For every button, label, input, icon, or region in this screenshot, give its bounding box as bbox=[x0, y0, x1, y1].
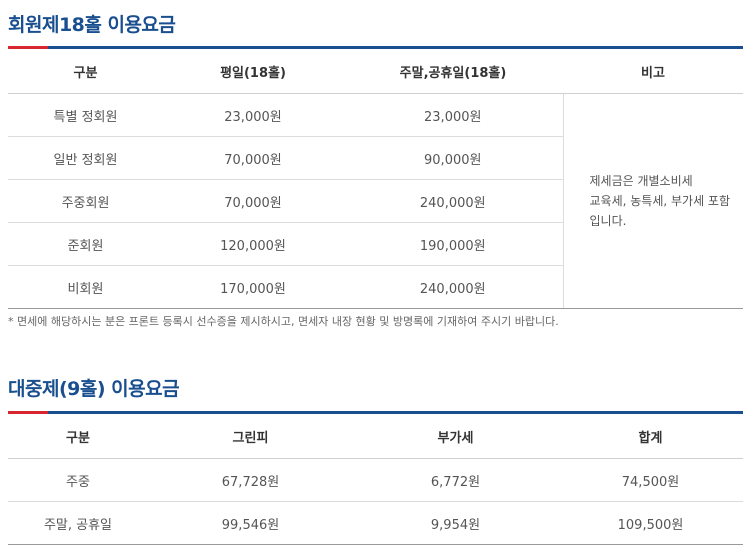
public-section-title: 대중제(9홀) 이용요금 bbox=[8, 378, 180, 400]
row-vat: 6,772원 bbox=[353, 458, 558, 502]
row-weekend-fee: 190,000원 bbox=[343, 222, 563, 266]
header-category: 구분 bbox=[8, 415, 148, 459]
table-row: 특별 정회원 23,000원 23,000원 제세금은 개별소비세 교육세, 농… bbox=[8, 93, 743, 309]
header-remark: 비고 bbox=[563, 50, 743, 94]
header-category: 구분 bbox=[8, 50, 163, 94]
table-row: 주중 67,728원 6,772원 74,500원 bbox=[8, 458, 743, 502]
member-title-underline bbox=[8, 46, 743, 49]
row-vat: 9,954원 bbox=[353, 501, 558, 545]
public-fee-table: 구분 그린피 부가세 합계 주중 67,728원 6,772원 74,500원 … bbox=[8, 415, 743, 545]
row-weekday-fee: 170,000원 bbox=[163, 265, 343, 309]
row-weekend-fee: 240,000원 bbox=[343, 265, 563, 309]
row-total: 74,500원 bbox=[558, 458, 743, 502]
row-weekday-fee: 120,000원 bbox=[163, 222, 343, 266]
row-weekend-fee: 240,000원 bbox=[343, 179, 563, 223]
remark-line: 입니다. bbox=[589, 214, 627, 228]
row-weekday-fee: 70,000원 bbox=[163, 136, 343, 180]
row-green-fee: 67,728원 bbox=[148, 458, 353, 502]
row-category: 주말, 공휴일 bbox=[8, 501, 148, 545]
header-weekday: 평일(18홀) bbox=[163, 50, 343, 94]
title-accent bbox=[8, 411, 48, 414]
row-category: 주중 bbox=[8, 458, 148, 502]
remark-line: 제세금은 개별소비세 bbox=[589, 174, 693, 188]
member-section-title: 회원제18홀 이용요금 bbox=[8, 14, 176, 36]
row-category: 특별 정회원 bbox=[8, 93, 163, 137]
public-header-row: 구분 그린피 부가세 합계 bbox=[8, 415, 743, 459]
tax-exemption-footnote: * 면세에 해당하시는 분은 프론트 등록시 선수증을 제시하시고, 면세자 내… bbox=[8, 315, 559, 328]
header-green-fee: 그린피 bbox=[148, 415, 353, 459]
member-fee-table: 구분 평일(18홀) 주말,공휴일(18홀) 비고 특별 정회원 23,000원… bbox=[8, 50, 743, 309]
row-category: 일반 정회원 bbox=[8, 136, 163, 180]
remark-line: 교육세, 농특세, 부가세 포함 bbox=[589, 194, 731, 208]
header-total: 합계 bbox=[558, 415, 743, 459]
title-accent bbox=[8, 46, 48, 49]
row-category: 비회원 bbox=[8, 265, 163, 309]
row-weekend-fee: 23,000원 bbox=[343, 93, 563, 137]
row-green-fee: 99,546원 bbox=[148, 501, 353, 545]
header-weekend: 주말,공휴일(18홀) bbox=[343, 50, 563, 94]
row-weekday-fee: 70,000원 bbox=[163, 179, 343, 223]
member-header-row: 구분 평일(18홀) 주말,공휴일(18홀) 비고 bbox=[8, 50, 743, 94]
row-weekend-fee: 90,000원 bbox=[343, 136, 563, 180]
row-weekday-fee: 23,000원 bbox=[163, 93, 343, 137]
table-row: 주말, 공휴일 99,546원 9,954원 109,500원 bbox=[8, 501, 743, 545]
row-category: 주중회원 bbox=[8, 179, 163, 223]
remark-cell: 제세금은 개별소비세 교육세, 농특세, 부가세 포함 입니다. bbox=[562, 93, 743, 309]
row-total: 109,500원 bbox=[558, 501, 743, 545]
public-title-underline bbox=[8, 411, 743, 414]
row-category: 준회원 bbox=[8, 222, 163, 266]
header-vat: 부가세 bbox=[353, 415, 558, 459]
